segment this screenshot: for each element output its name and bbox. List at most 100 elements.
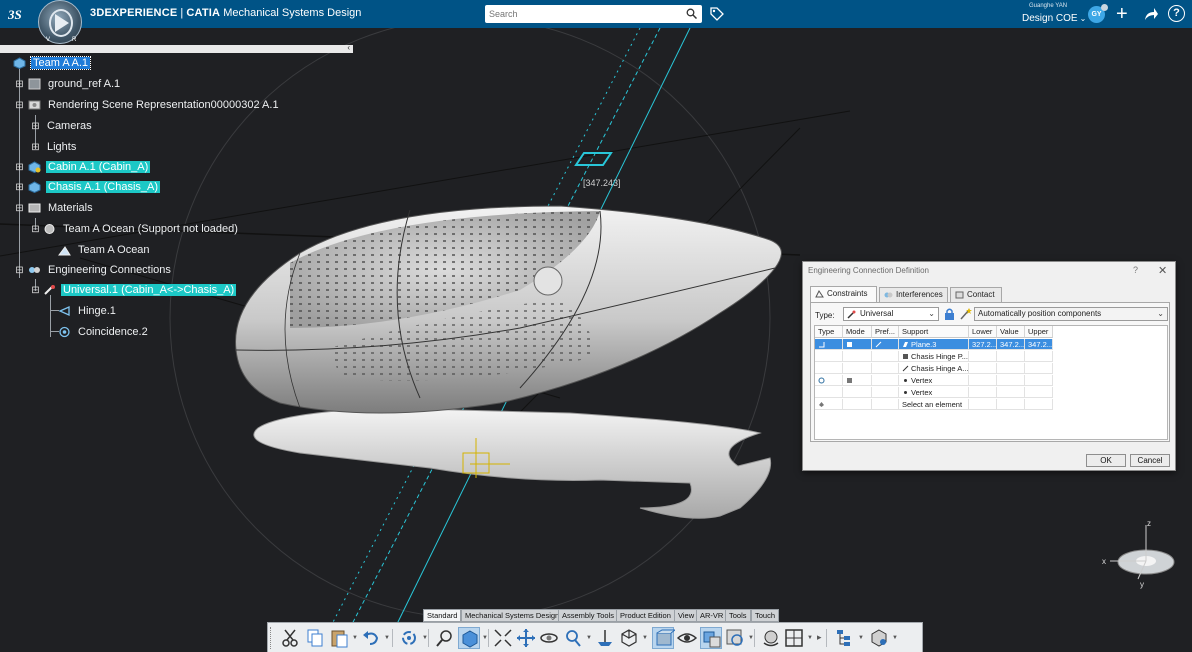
chevron-down-icon[interactable]: ▼ bbox=[858, 635, 864, 641]
tree-item-coincidence[interactable]: Coincidence.2 bbox=[58, 324, 150, 340]
swap-visible-icon[interactable] bbox=[700, 627, 722, 649]
chevron-down-icon[interactable]: ▼ bbox=[352, 635, 358, 641]
expand-icon[interactable]: ⊞ bbox=[31, 122, 40, 132]
zoom-area-icon[interactable] bbox=[562, 627, 584, 649]
collapse-tree-icon[interactable]: ‹ bbox=[347, 43, 350, 52]
chevron-down-icon[interactable]: ▼ bbox=[642, 635, 648, 641]
column-header-support[interactable]: Support bbox=[899, 326, 969, 338]
tag-icon[interactable] bbox=[709, 6, 724, 21]
pan-icon[interactable] bbox=[515, 627, 537, 649]
tree-item-materials[interactable]: Materials bbox=[28, 200, 95, 216]
help-icon[interactable]: ? bbox=[1168, 5, 1185, 22]
chevron-right-icon[interactable]: ▸ bbox=[817, 632, 822, 643]
role-selector[interactable]: Design COE ⌄ bbox=[1022, 13, 1086, 24]
iso-view-icon[interactable] bbox=[618, 627, 640, 649]
expand-icon[interactable]: ⊞ bbox=[15, 163, 24, 173]
table-cell[interactable]: 327.2... bbox=[969, 339, 997, 350]
tree-item-ground-ref[interactable]: ground_ref A.1 bbox=[28, 76, 122, 92]
lock-icon[interactable] bbox=[943, 307, 956, 321]
render-icon[interactable] bbox=[724, 627, 746, 649]
cancel-button[interactable]: Cancel bbox=[1130, 454, 1170, 467]
tree-item-rendering-scene[interactable]: Rendering Scene Representation00000302 A… bbox=[28, 97, 281, 113]
tab-ar-vr[interactable]: AR-VR bbox=[696, 609, 728, 622]
collapse-icon[interactable]: ⊟ bbox=[31, 225, 40, 235]
column-header-lower[interactable]: Lower bbox=[969, 326, 997, 338]
collapse-icon[interactable]: ⊟ bbox=[15, 266, 24, 276]
share-icon[interactable] bbox=[1143, 6, 1159, 22]
column-header-mode[interactable]: Mode bbox=[843, 326, 872, 338]
chevron-down-icon[interactable]: ▼ bbox=[384, 635, 390, 641]
axis-compass[interactable]: z x y bbox=[1100, 517, 1185, 597]
column-header-type[interactable]: Type bbox=[815, 326, 843, 338]
positioning-mode-select[interactable]: Automatically position components ⌄ bbox=[974, 307, 1168, 321]
select-element-cell[interactable]: Select an element bbox=[899, 399, 969, 410]
paste-icon[interactable] bbox=[328, 627, 350, 649]
update-icon[interactable] bbox=[398, 627, 420, 649]
collapse-icon[interactable]: ⊟ bbox=[15, 204, 24, 214]
table-cell[interactable] bbox=[843, 339, 872, 350]
table-row[interactable] bbox=[815, 399, 843, 410]
rotate-icon[interactable] bbox=[538, 627, 560, 649]
search-icon[interactable] bbox=[686, 8, 697, 19]
table-row[interactable]: Chasis Hinge P... bbox=[899, 351, 969, 362]
tree-item-cameras[interactable]: Cameras bbox=[45, 118, 94, 134]
tab-tools[interactable]: Tools bbox=[725, 609, 751, 622]
expand-icon[interactable]: ⊞ bbox=[15, 183, 24, 193]
chevron-down-icon[interactable]: ▼ bbox=[807, 635, 813, 641]
shading-icon[interactable] bbox=[652, 627, 677, 649]
tree-item-chasis[interactable]: Chasis A.1 (Chasis_A) bbox=[28, 179, 161, 195]
tree-header-bar[interactable]: ‹ bbox=[0, 43, 353, 53]
tab-touch[interactable]: Touch bbox=[751, 609, 780, 622]
tab-product-edition[interactable]: Product Edition bbox=[616, 609, 675, 622]
tree-item-hinge[interactable]: Hinge.1 bbox=[58, 303, 118, 319]
fly-mode-icon[interactable] bbox=[760, 627, 782, 649]
column-header-upper[interactable]: Upper bbox=[1025, 326, 1053, 338]
add-icon[interactable]: + bbox=[1116, 4, 1128, 24]
column-header-value[interactable]: Value bbox=[997, 326, 1025, 338]
tab-constraints[interactable]: Constraints bbox=[810, 286, 877, 302]
table-cell[interactable]: Plane.3 bbox=[899, 339, 969, 350]
3ds-logo-icon[interactable]: 3S bbox=[7, 5, 32, 23]
tree-item-lights[interactable]: Lights bbox=[45, 139, 78, 155]
table-row[interactable]: Chasis Hinge A... bbox=[899, 363, 969, 374]
collapse-icon[interactable]: ⊟ bbox=[31, 286, 40, 296]
table-row[interactable] bbox=[815, 339, 843, 350]
copy-icon[interactable] bbox=[304, 627, 326, 649]
tab-contact[interactable]: Contact bbox=[950, 287, 1002, 302]
tab-standard[interactable]: Standard bbox=[423, 609, 462, 622]
chevron-down-icon[interactable]: ▼ bbox=[586, 635, 592, 641]
toolbar-gripper[interactable] bbox=[270, 627, 274, 649]
close-icon[interactable]: ✕ bbox=[1158, 264, 1167, 277]
undo-icon[interactable] bbox=[360, 627, 382, 649]
tab-assembly-tools[interactable]: Assembly Tools bbox=[558, 609, 618, 622]
column-header-pref[interactable]: Pref... bbox=[872, 326, 899, 338]
help-icon[interactable]: ? bbox=[1133, 265, 1138, 275]
fit-all-icon[interactable] bbox=[492, 627, 514, 649]
table-cell[interactable]: 347.2... bbox=[1025, 339, 1053, 350]
normal-view-icon[interactable] bbox=[594, 627, 616, 649]
cut-icon[interactable] bbox=[280, 627, 302, 649]
table-cell[interactable]: 347.2... bbox=[997, 339, 1025, 350]
tree-item-engineering-connections[interactable]: Engineering Connections bbox=[28, 262, 173, 278]
expand-icon[interactable]: ⊞ bbox=[15, 80, 24, 90]
zoom-icon[interactable] bbox=[434, 627, 456, 649]
hide-show-icon[interactable] bbox=[676, 627, 698, 649]
tree-item-cabin[interactable]: Cabin A.1 (Cabin_A) bbox=[28, 159, 151, 175]
multi-view-icon[interactable] bbox=[783, 627, 805, 649]
tree-item-team-a-ocean[interactable]: Team A Ocean bbox=[58, 242, 152, 258]
tab-mechanical-systems-design[interactable]: Mechanical Systems Design bbox=[461, 609, 564, 622]
view-mode-icon[interactable] bbox=[458, 627, 480, 649]
expand-icon[interactable]: ⊞ bbox=[31, 143, 40, 153]
tab-interferences[interactable]: Interferences bbox=[879, 287, 948, 302]
tree-item-team-a-ocean-material[interactable]: Team A Ocean (Support not loaded) bbox=[43, 221, 240, 237]
tree-item-team-a[interactable]: Team A A.1 bbox=[13, 55, 92, 71]
table-row[interactable] bbox=[815, 375, 843, 386]
collapse-icon[interactable]: ⊟ bbox=[15, 101, 24, 111]
chevron-down-icon[interactable]: ▼ bbox=[892, 635, 898, 641]
table-row[interactable]: Vertex bbox=[899, 387, 969, 398]
compass-icon[interactable]: V R bbox=[38, 0, 82, 44]
type-select[interactable]: Universal ⌄ bbox=[843, 307, 939, 321]
table-cell[interactable] bbox=[872, 339, 899, 350]
tab-view[interactable]: View bbox=[674, 609, 699, 622]
tree-item-universal[interactable]: Universal.1 (Cabin_A<->Chasis_A) bbox=[43, 282, 237, 298]
